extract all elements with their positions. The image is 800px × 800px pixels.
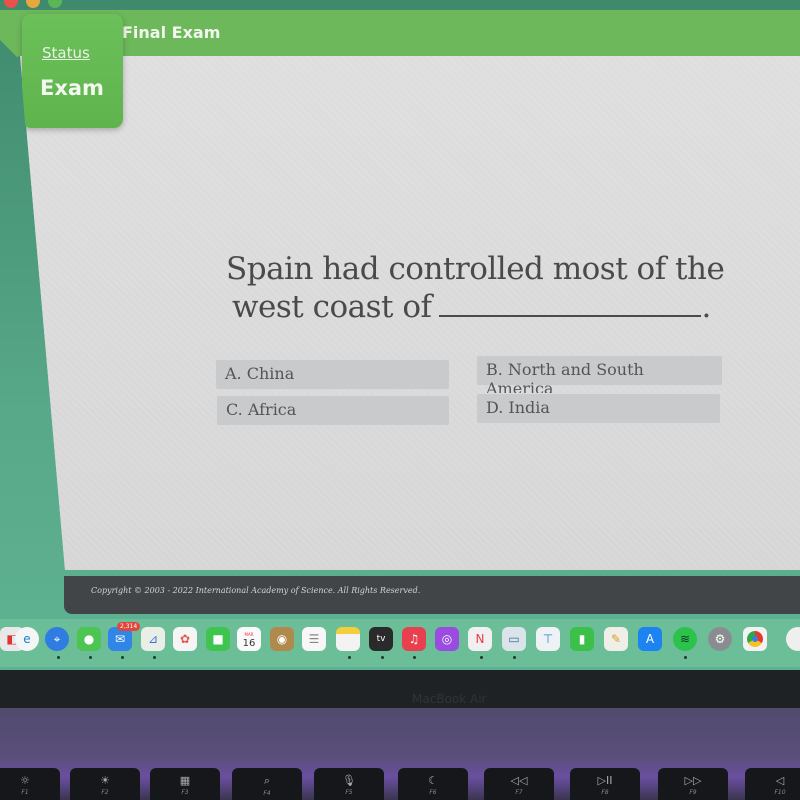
question-end-punctuation: . <box>701 289 711 325</box>
key-f6[interactable]: ☾ F6 <box>398 768 468 800</box>
key-label: F3 <box>181 789 189 796</box>
key-f10[interactable]: ◁ F10 <box>745 768 800 800</box>
window-controls <box>4 0 62 8</box>
podcasts-icon[interactable]: ◎ <box>435 627 459 651</box>
microphone-icon: 🎙 <box>342 774 356 787</box>
choice-d-button[interactable]: D. India <box>476 393 721 424</box>
answer-blank <box>439 293 702 317</box>
contacts-icon[interactable]: ◉ <box>270 627 294 651</box>
chrome-icon[interactable] <box>743 627 767 651</box>
apple-tv-icon[interactable]: tv <box>369 627 393 651</box>
keynote-icon[interactable]: ⊤ <box>536 627 560 651</box>
news-icon[interactable]: N <box>468 627 492 651</box>
status-link[interactable]: Status <box>42 44 90 62</box>
question-line-1: Spain had controlled most of the <box>226 251 725 287</box>
key-f8[interactable]: ▷II F8 <box>570 768 640 800</box>
running-indicator <box>684 656 687 659</box>
exam-title: Final Exam <box>122 23 221 42</box>
key-f3[interactable]: ▦ F3 <box>150 768 220 800</box>
choice-c-button[interactable]: C. Africa <box>216 395 450 426</box>
status-section-label: Exam <box>40 76 104 100</box>
preview-icon[interactable]: ▭ <box>502 627 526 651</box>
laptop-brand-label: MacBook Air <box>412 692 487 706</box>
running-indicator <box>153 656 156 659</box>
brightness-up-icon: ☀ <box>100 774 110 787</box>
mail-unread-badge: 2,314 <box>117 622 141 631</box>
mission-control-icon: ▦ <box>179 774 191 787</box>
calendar-icon[interactable]: MAR 16 <box>237 627 261 651</box>
running-indicator <box>57 656 60 659</box>
running-indicator <box>121 656 124 659</box>
running-indicator <box>413 656 416 659</box>
messages-icon[interactable]: ● <box>77 627 101 651</box>
question-text: Spain had controlled most of the west co… <box>226 250 726 326</box>
minimize-window-button[interactable] <box>26 0 40 8</box>
maps-icon[interactable]: ⊿ <box>141 627 165 651</box>
key-label: F5 <box>345 789 353 796</box>
system-preferences-icon[interactable]: ⚙ <box>708 627 732 651</box>
key-label: F10 <box>774 789 786 796</box>
edge-icon[interactable]: e <box>15 627 39 651</box>
page-footer: Copyright © 2003 - 2022 International Ac… <box>64 576 800 614</box>
facetime-icon[interactable]: ■ <box>206 627 230 651</box>
key-label: F9 <box>689 789 697 796</box>
key-f5[interactable]: 🎙 F5 <box>314 768 384 800</box>
notes-icon[interactable] <box>336 627 360 651</box>
question-line-2-text: west coast of <box>232 289 432 325</box>
laptop-bezel <box>0 670 800 710</box>
running-indicator <box>480 656 483 659</box>
safari-icon[interactable]: ⌖ <box>45 627 69 651</box>
calendar-day: 16 <box>242 638 256 649</box>
maximize-window-button[interactable] <box>48 0 62 8</box>
key-label: F2 <box>101 789 109 796</box>
running-indicator <box>348 656 351 659</box>
key-f1[interactable]: ☼ F1 <box>0 768 60 800</box>
status-panel: Status Exam <box>22 14 123 128</box>
rewind-icon: ◁◁ <box>510 774 528 787</box>
choice-a-button[interactable]: A. China <box>215 359 450 390</box>
key-f9[interactable]: ▷▷ F9 <box>658 768 728 800</box>
question-line-2: west coast of. <box>226 288 726 326</box>
key-label: F1 <box>21 789 29 796</box>
numbers-icon[interactable]: ▮ <box>570 627 594 651</box>
apple-tv-label: tv <box>376 634 386 644</box>
music-icon[interactable]: ♫ <box>402 627 426 651</box>
browser-window: Final Exam Status Exam Spain had control… <box>0 0 800 614</box>
key-f7[interactable]: ◁◁ F7 <box>484 768 554 800</box>
reminders-icon[interactable]: ☰ <box>302 627 326 651</box>
brightness-down-icon: ☼ <box>20 774 30 787</box>
mute-icon: ◁ <box>775 774 785 787</box>
running-indicator <box>89 656 92 659</box>
app-store-icon[interactable]: A <box>638 627 662 651</box>
close-window-button[interactable] <box>4 0 18 8</box>
moon-icon: ☾ <box>428 774 438 787</box>
key-label: F8 <box>601 789 609 796</box>
spotify-icon[interactable]: ≋ <box>673 627 697 651</box>
copyright-text: Copyright © 2003 - 2022 International Ac… <box>91 586 421 595</box>
key-f4[interactable]: ⌕ F4 <box>232 768 302 800</box>
running-indicator <box>513 656 516 659</box>
key-f2[interactable]: ☀ F2 <box>70 768 140 800</box>
choice-b-button[interactable]: B. North and South America <box>476 355 723 398</box>
key-label: F6 <box>429 789 437 796</box>
search-icon: ⌕ <box>263 774 271 787</box>
running-indicator <box>381 656 384 659</box>
photos-icon[interactable]: ✿ <box>173 627 197 651</box>
key-label: F4 <box>263 790 271 797</box>
play-pause-icon: ▷II <box>597 774 613 787</box>
fast-forward-icon: ▷▷ <box>684 774 702 787</box>
pages-icon[interactable]: ✎ <box>604 627 628 651</box>
key-label: F7 <box>515 789 523 796</box>
